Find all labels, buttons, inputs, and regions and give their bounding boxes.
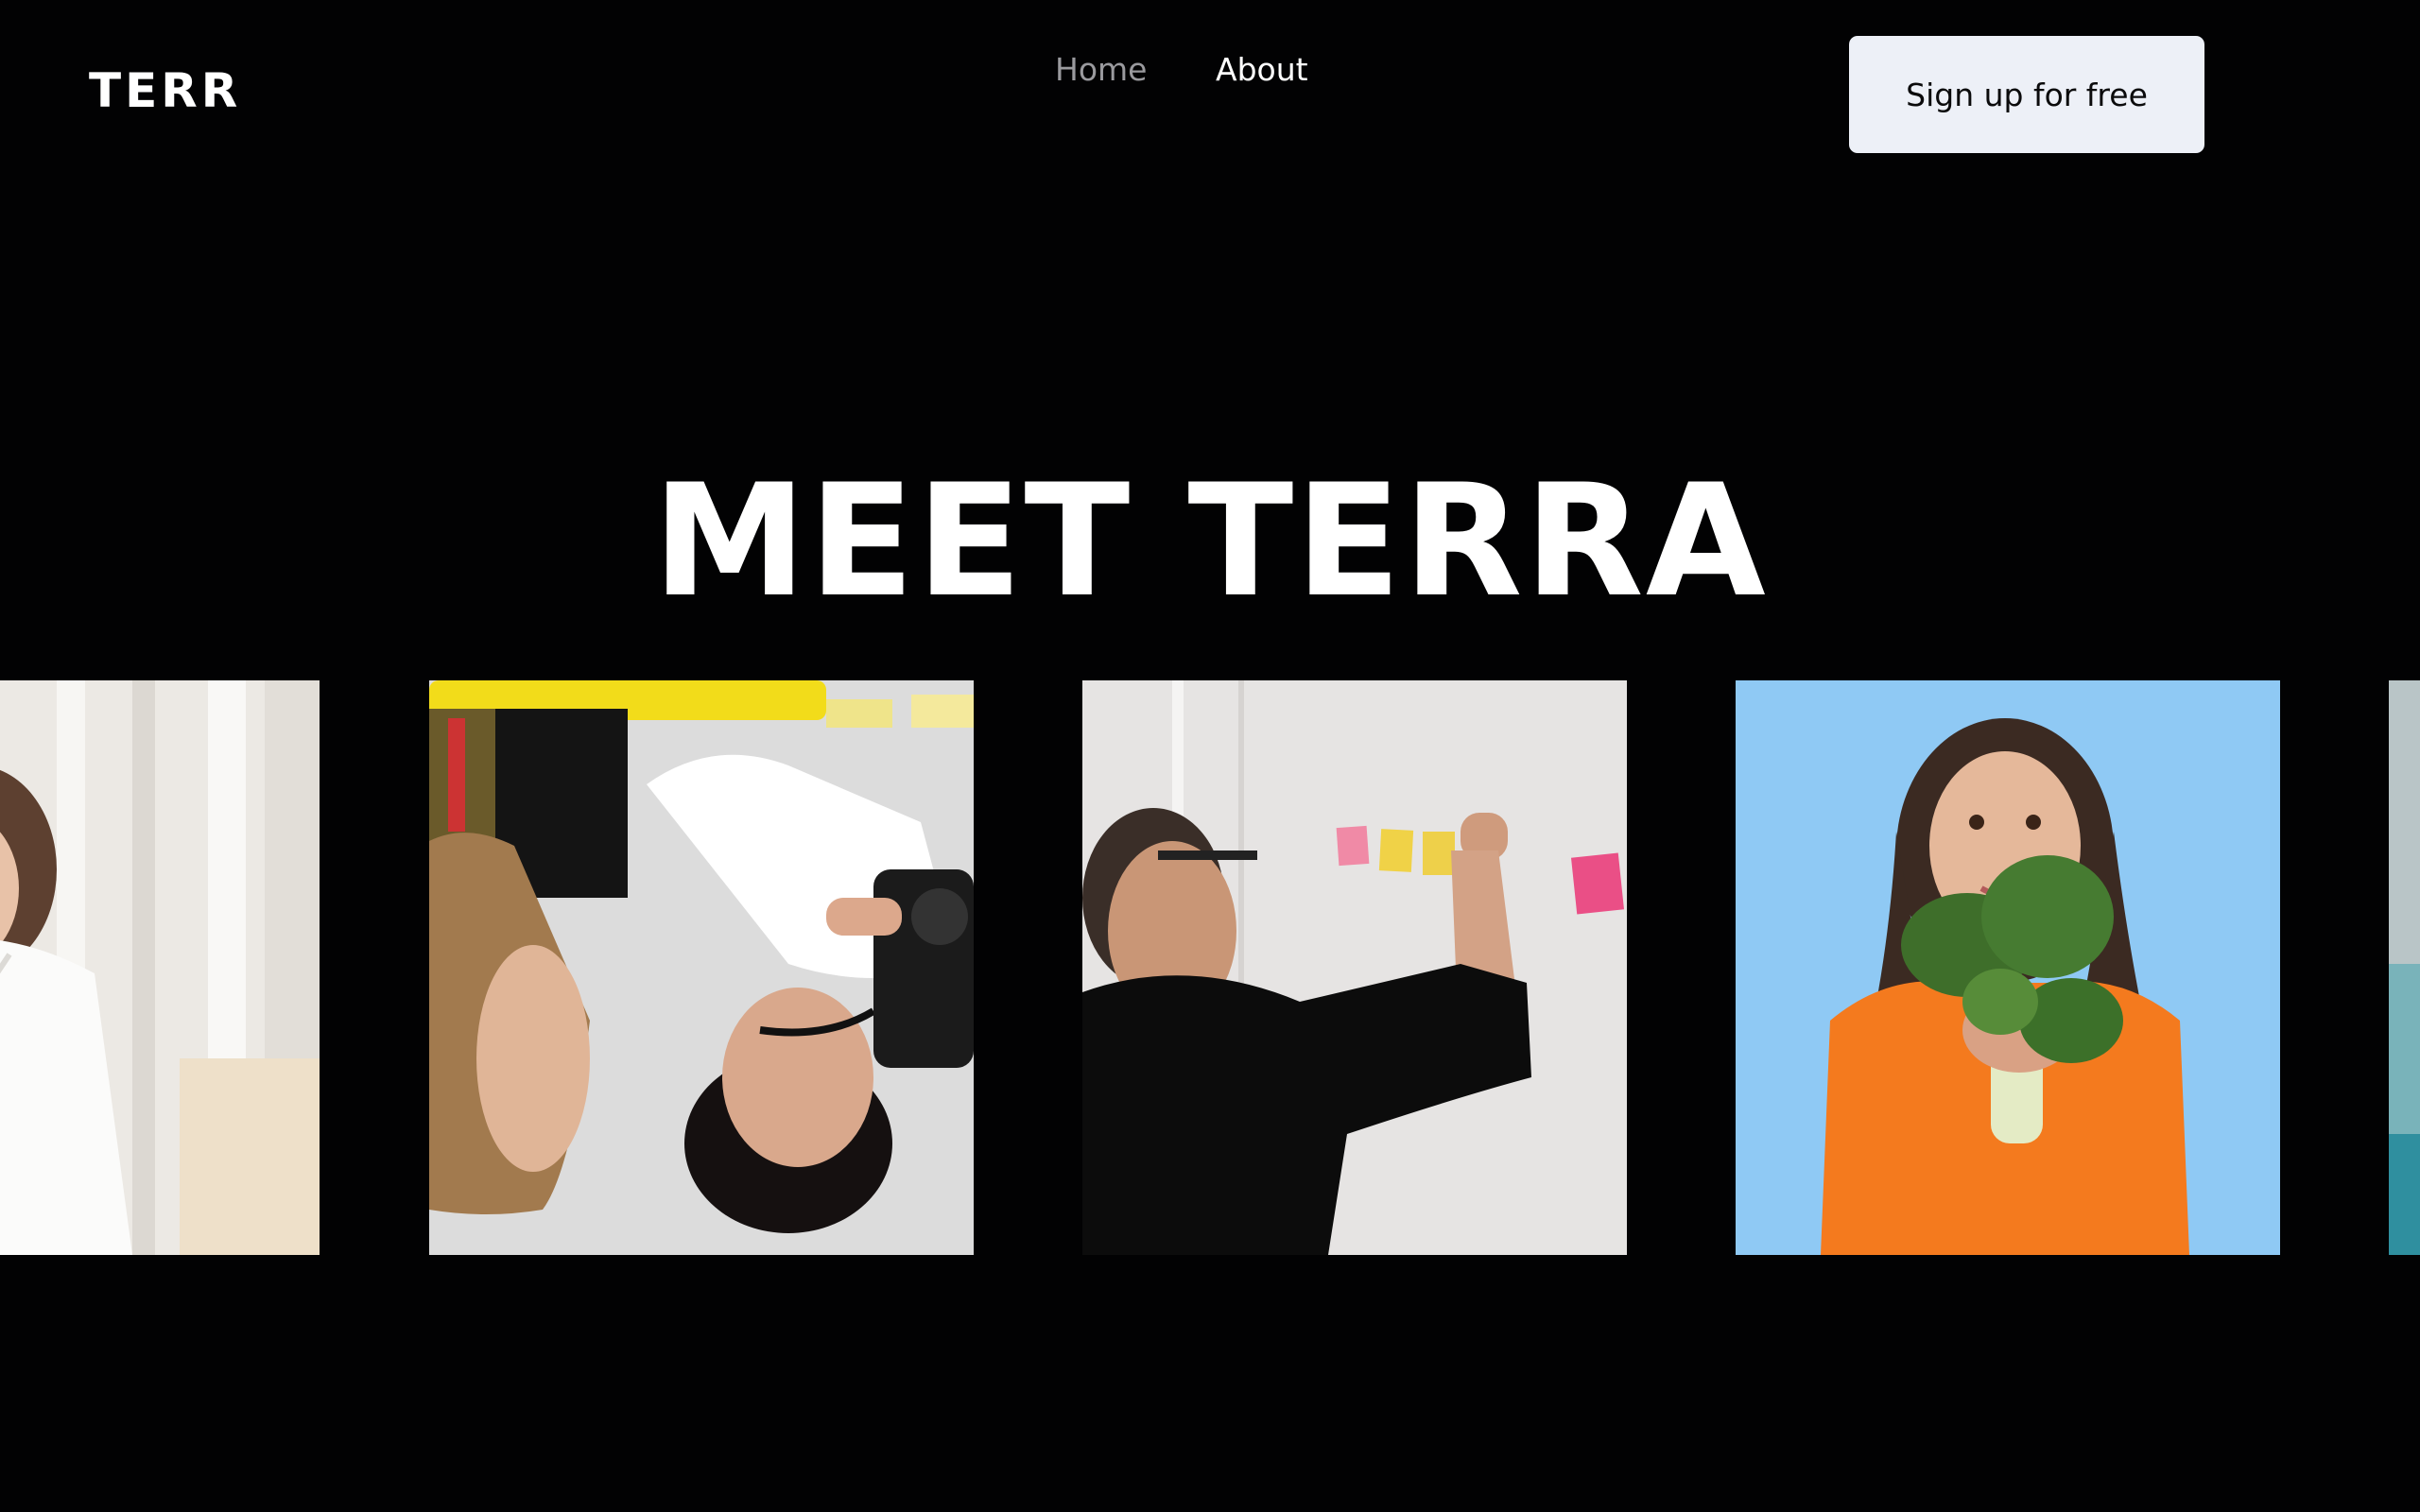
hero-title: MEET TERRA <box>652 451 1768 631</box>
gallery-photo-partial <box>2389 680 2420 1255</box>
nav-link-about[interactable]: About <box>1216 48 1308 92</box>
logo[interactable]: TERR <box>89 60 241 121</box>
nav-link-home[interactable]: Home <box>1055 48 1147 92</box>
gallery-photo-woman-white-shirt <box>0 680 320 1255</box>
signup-button[interactable]: Sign up for free <box>1849 36 2204 153</box>
photo-gallery <box>0 680 2420 1255</box>
gallery-photo-man-sticky-notes <box>1082 680 1627 1255</box>
gallery-photo-woman-greens <box>1736 680 2280 1255</box>
gallery-photo-photographer <box>429 680 974 1255</box>
